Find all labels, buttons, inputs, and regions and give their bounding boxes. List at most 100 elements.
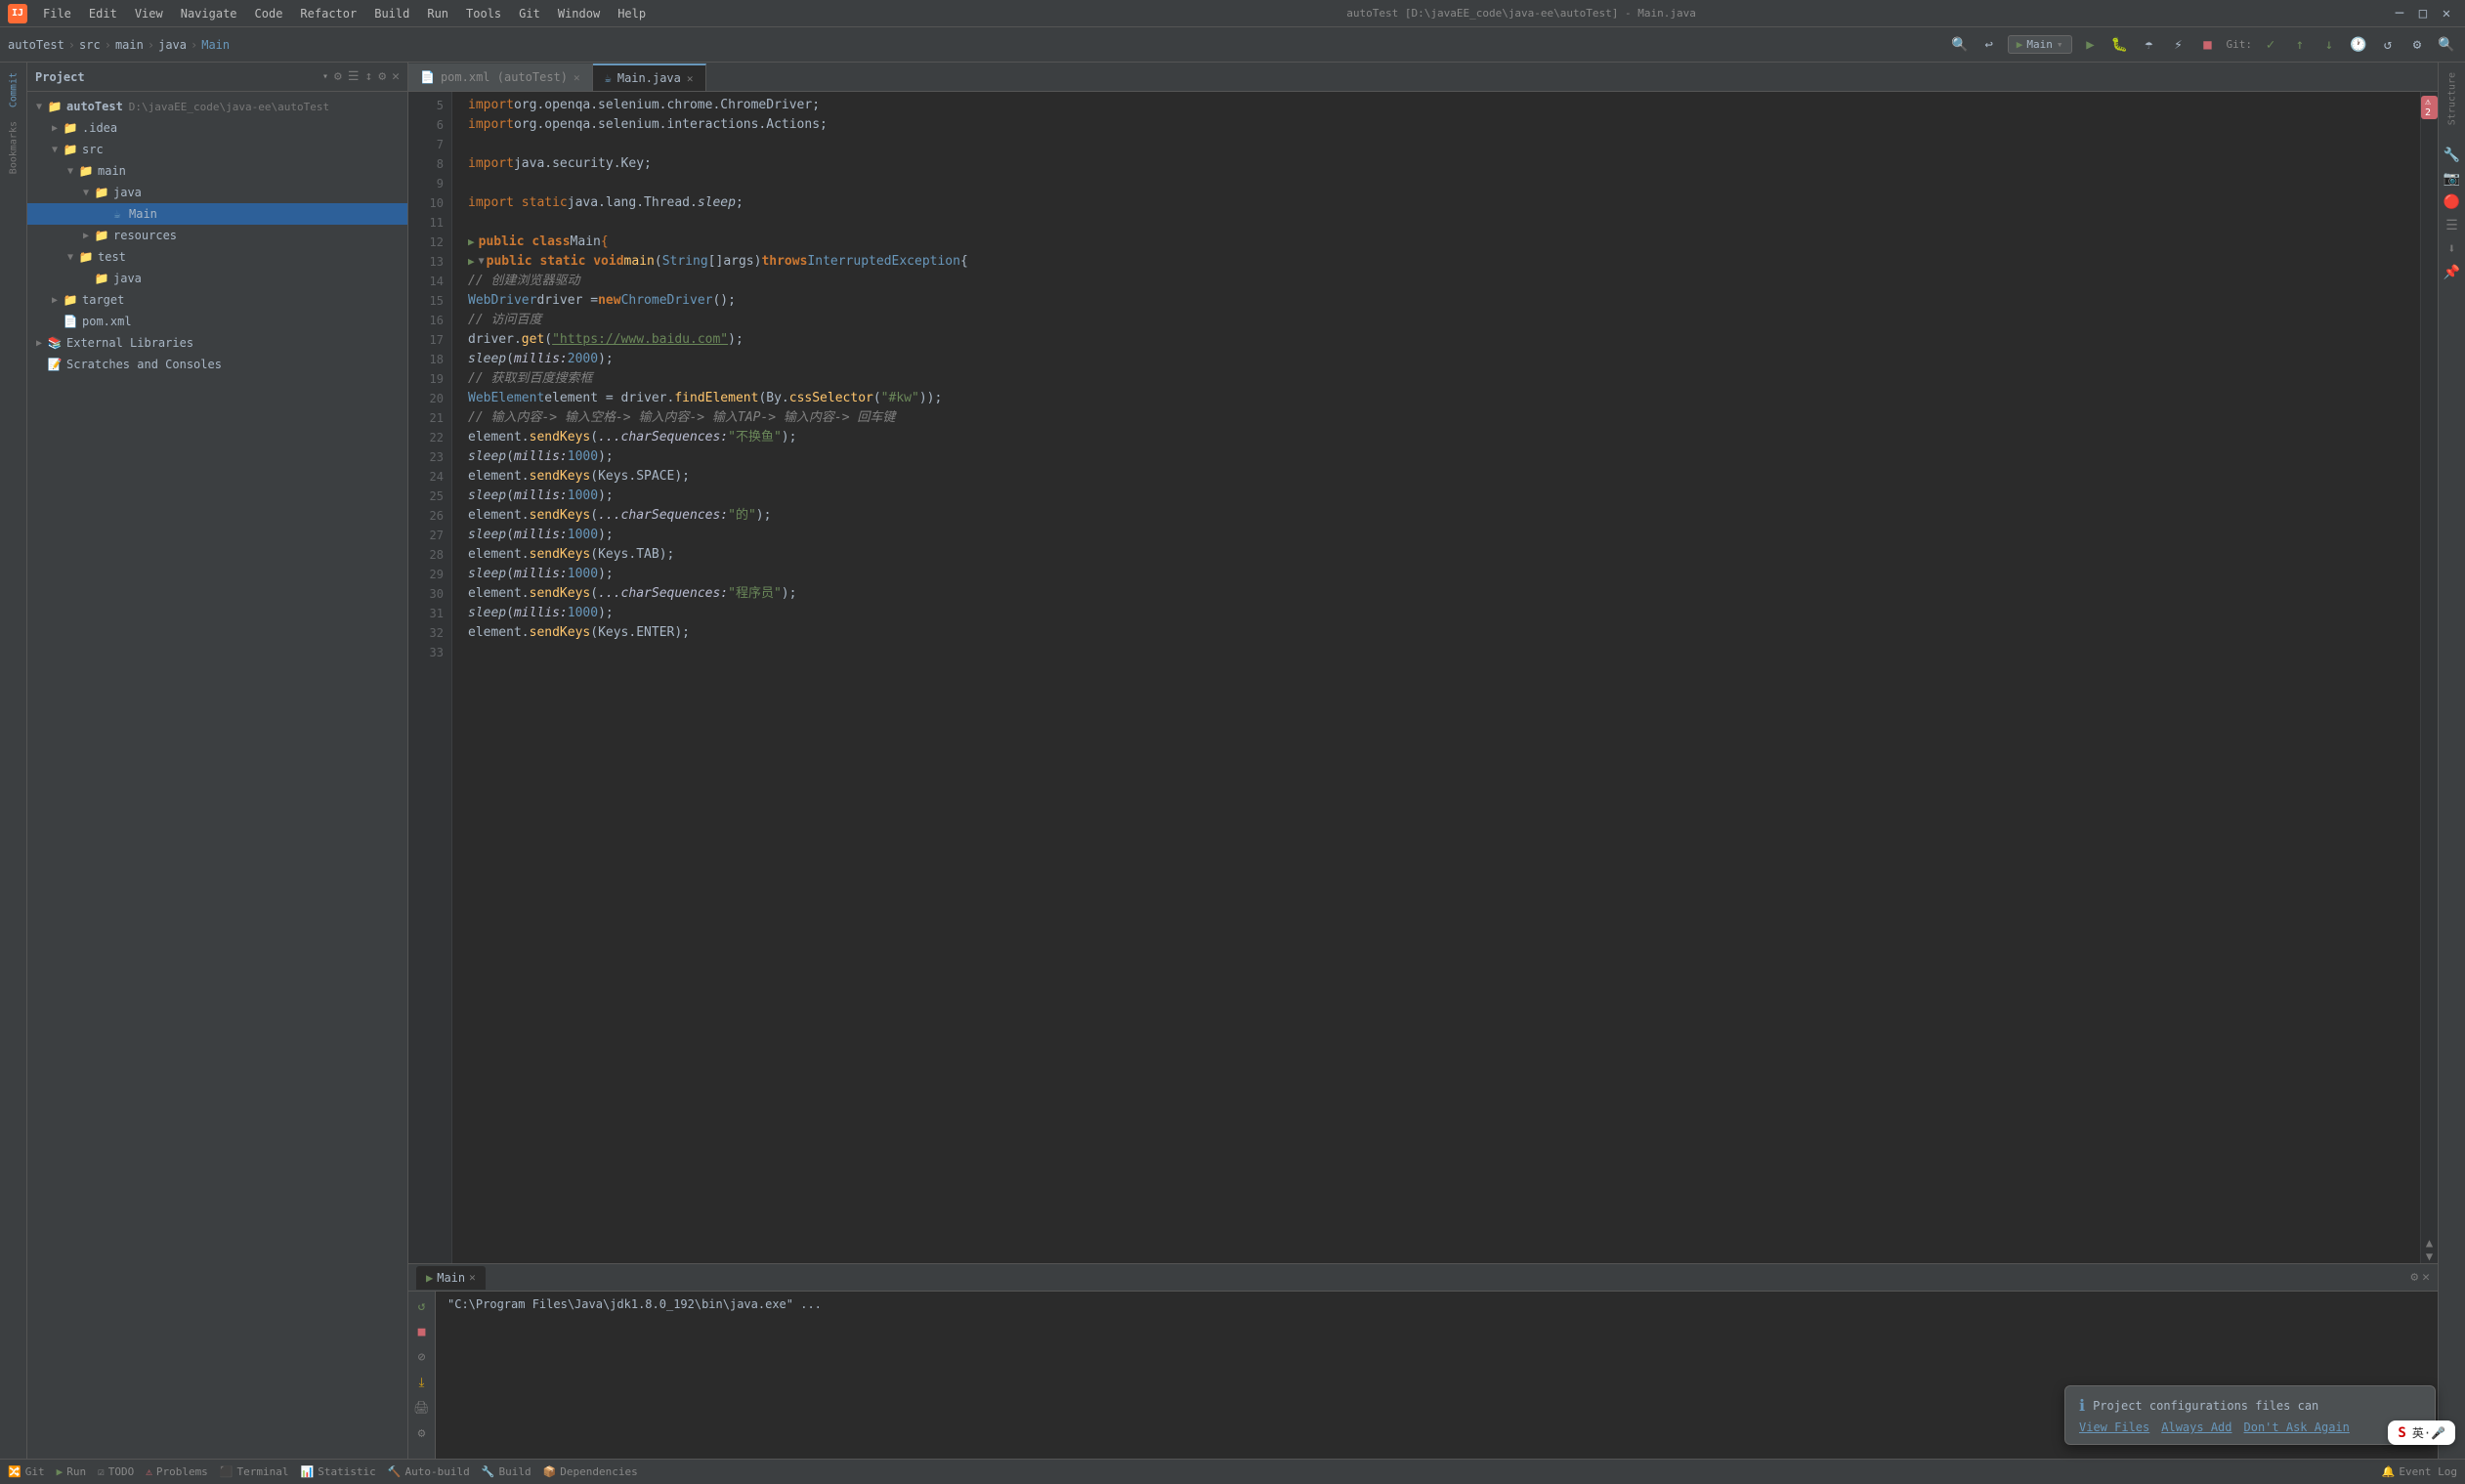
run-button[interactable]: ▶ bbox=[2080, 34, 2102, 56]
tree-item-main[interactable]: ▼ 📁 main bbox=[27, 160, 407, 182]
stop-button[interactable]: ■ bbox=[2197, 34, 2219, 56]
status-dependencies[interactable]: 📦 Dependencies bbox=[543, 1465, 638, 1478]
right-icon-5[interactable]: ⬇ bbox=[2442, 238, 2463, 260]
project-panel-header: Project ▾ ⚙ ☰ ↕ ⚙ ✕ bbox=[27, 63, 407, 92]
tree-item-idea[interactable]: ▶ 📁 .idea bbox=[27, 117, 407, 139]
project-list-icon[interactable]: ☰ bbox=[348, 69, 360, 84]
status-autobuild[interactable]: 🔨 Auto-build bbox=[388, 1465, 470, 1478]
breadcrumb-autotest[interactable]: autoTest bbox=[8, 38, 64, 52]
run-panel-close[interactable]: ✕ bbox=[2422, 1270, 2430, 1285]
print-icon[interactable]: 🖨 bbox=[411, 1397, 433, 1419]
git-history-button[interactable]: 🕐 bbox=[2348, 34, 2369, 56]
debug-button[interactable]: 🐛 bbox=[2109, 34, 2131, 56]
menu-refactor[interactable]: Refactor bbox=[292, 4, 364, 23]
breadcrumb-src[interactable]: src bbox=[79, 38, 101, 52]
run-panel-settings[interactable]: ⚙ bbox=[2410, 1270, 2418, 1285]
search-everywhere-button[interactable]: 🔍 bbox=[1949, 34, 1971, 56]
notification-view-files[interactable]: View Files bbox=[2079, 1420, 2149, 1434]
rollback-button[interactable]: ↺ bbox=[2377, 34, 2399, 56]
project-settings-icon[interactable]: ⚙ bbox=[334, 69, 342, 84]
notification-dont-ask[interactable]: Don't Ask Again bbox=[2244, 1420, 2350, 1434]
folder-icon: 📁 bbox=[63, 292, 78, 308]
scroll-down[interactable]: ▼ bbox=[2426, 1250, 2433, 1263]
terminal-status-icon: ⬛ bbox=[220, 1465, 234, 1478]
status-eventlog[interactable]: 🔔 Event Log bbox=[2382, 1465, 2457, 1478]
tab-pomxml-close[interactable]: ✕ bbox=[574, 71, 580, 84]
project-close-icon[interactable]: ✕ bbox=[392, 69, 400, 84]
tree-item-mainjava[interactable]: ▶ ☕ Main bbox=[27, 203, 407, 225]
git-pull-button[interactable]: ↓ bbox=[2318, 34, 2340, 56]
run-gutter-12[interactable]: ▶ bbox=[468, 233, 475, 252]
structure-tab[interactable]: Structure bbox=[2442, 66, 2463, 131]
tree-item-target[interactable]: ▶ 📁 target bbox=[27, 289, 407, 311]
git-check-button[interactable]: ✓ bbox=[2260, 34, 2281, 56]
right-icon-1[interactable]: 🔧 bbox=[2442, 145, 2463, 166]
tree-item-scratches[interactable]: ▶ 📝 Scratches and Consoles bbox=[27, 354, 407, 375]
search-button[interactable]: 🔍 bbox=[2436, 34, 2457, 56]
settings-run-icon[interactable]: ⚙ bbox=[411, 1422, 433, 1444]
notification-actions: View Files Always Add Don't Ask Again bbox=[2079, 1420, 2421, 1434]
status-terminal[interactable]: ⬛ Terminal bbox=[220, 1465, 289, 1478]
settings-button[interactable]: ⚙ bbox=[2406, 34, 2428, 56]
undo-button[interactable]: ↩ bbox=[1978, 34, 2000, 56]
tree-item-pomxml[interactable]: ▶ 📄 pom.xml bbox=[27, 311, 407, 332]
tree-item-test-java[interactable]: ▶ 📁 java bbox=[27, 268, 407, 289]
menu-code[interactable]: Code bbox=[247, 4, 291, 23]
run-tab[interactable]: ▶ Main ✕ bbox=[416, 1266, 486, 1290]
fold-13[interactable]: ▼ bbox=[479, 252, 485, 272]
maximize-button[interactable]: □ bbox=[2412, 3, 2434, 24]
tree-item-resources[interactable]: ▶ 📁 resources bbox=[27, 225, 407, 246]
tree-item-test[interactable]: ▼ 📁 test bbox=[27, 246, 407, 268]
tree-item-autotest[interactable]: ▼ 📁 autoTest D:\javaEE_code\java-ee\auto… bbox=[27, 96, 407, 117]
scroll-up[interactable]: ▲ bbox=[2426, 1236, 2433, 1250]
menu-run[interactable]: Run bbox=[419, 4, 456, 23]
notification-always-add[interactable]: Always Add bbox=[2161, 1420, 2231, 1434]
run-config-selector[interactable]: ▶ Main ▾ bbox=[2008, 35, 2072, 54]
commit-tab[interactable]: Commit bbox=[3, 66, 24, 113]
profile-button[interactable]: ⚡ bbox=[2168, 34, 2189, 56]
breadcrumb-mainjava[interactable]: Main bbox=[201, 38, 230, 52]
tab-mainjava[interactable]: ☕ Main.java ✕ bbox=[593, 64, 706, 91]
code-content[interactable]: import org.openqa.selenium.chrome.Chrome… bbox=[452, 92, 2420, 1263]
menu-window[interactable]: Window bbox=[550, 4, 608, 23]
status-git[interactable]: 🔀 Git bbox=[8, 1465, 45, 1478]
tree-item-java[interactable]: ▼ 📁 java bbox=[27, 182, 407, 203]
menu-view[interactable]: View bbox=[127, 4, 171, 23]
status-todo[interactable]: ☑ TODO bbox=[98, 1465, 134, 1478]
status-problems[interactable]: ⚠ Problems bbox=[146, 1465, 208, 1478]
tab-pomxml[interactable]: 📄 pom.xml (autoTest) ✕ bbox=[408, 64, 593, 91]
project-sort-icon[interactable]: ↕ bbox=[365, 69, 373, 84]
menu-git[interactable]: Git bbox=[511, 4, 548, 23]
breadcrumb-java[interactable]: java bbox=[158, 38, 187, 52]
menu-help[interactable]: Help bbox=[610, 4, 654, 23]
run-tab-close[interactable]: ✕ bbox=[469, 1271, 476, 1284]
rerun-icon[interactable]: ↺ bbox=[411, 1295, 433, 1317]
close-button[interactable]: ✕ bbox=[2436, 3, 2457, 24]
breadcrumb: autoTest › src › main › java › Main bbox=[8, 38, 230, 52]
menu-navigate[interactable]: Navigate bbox=[173, 4, 245, 23]
filter-icon[interactable]: ⊘ bbox=[411, 1346, 433, 1368]
coverage-button[interactable]: ☂ bbox=[2139, 34, 2160, 56]
right-icon-6[interactable]: 📌 bbox=[2442, 262, 2463, 283]
tree-item-external-libraries[interactable]: ▶ 📚 External Libraries bbox=[27, 332, 407, 354]
right-icon-2[interactable]: 📷 bbox=[2442, 168, 2463, 190]
stop-run-icon[interactable]: ■ bbox=[411, 1321, 433, 1342]
menu-edit[interactable]: Edit bbox=[81, 4, 125, 23]
menu-tools[interactable]: Tools bbox=[458, 4, 509, 23]
status-build[interactable]: 🔧 Build bbox=[482, 1465, 531, 1478]
status-statistic[interactable]: 📊 Statistic bbox=[301, 1465, 376, 1478]
menu-file[interactable]: File bbox=[35, 4, 79, 23]
run-gutter-13[interactable]: ▶ bbox=[468, 252, 475, 272]
minimize-button[interactable]: ─ bbox=[2389, 3, 2410, 24]
menu-build[interactable]: Build bbox=[366, 4, 417, 23]
tab-mainjava-close[interactable]: ✕ bbox=[687, 72, 694, 85]
scroll-end-icon[interactable]: ⤓ bbox=[411, 1372, 433, 1393]
project-gear-icon[interactable]: ⚙ bbox=[378, 69, 386, 84]
right-icon-4[interactable]: ☰ bbox=[2442, 215, 2463, 236]
status-run[interactable]: ▶ Run bbox=[57, 1465, 87, 1478]
tree-item-src[interactable]: ▼ 📁 src bbox=[27, 139, 407, 160]
bookmarks-tab[interactable]: Bookmarks bbox=[3, 115, 24, 180]
breadcrumb-main[interactable]: main bbox=[115, 38, 144, 52]
git-push-button[interactable]: ↑ bbox=[2289, 34, 2311, 56]
right-icon-3[interactable]: 🔴 bbox=[2442, 191, 2463, 213]
